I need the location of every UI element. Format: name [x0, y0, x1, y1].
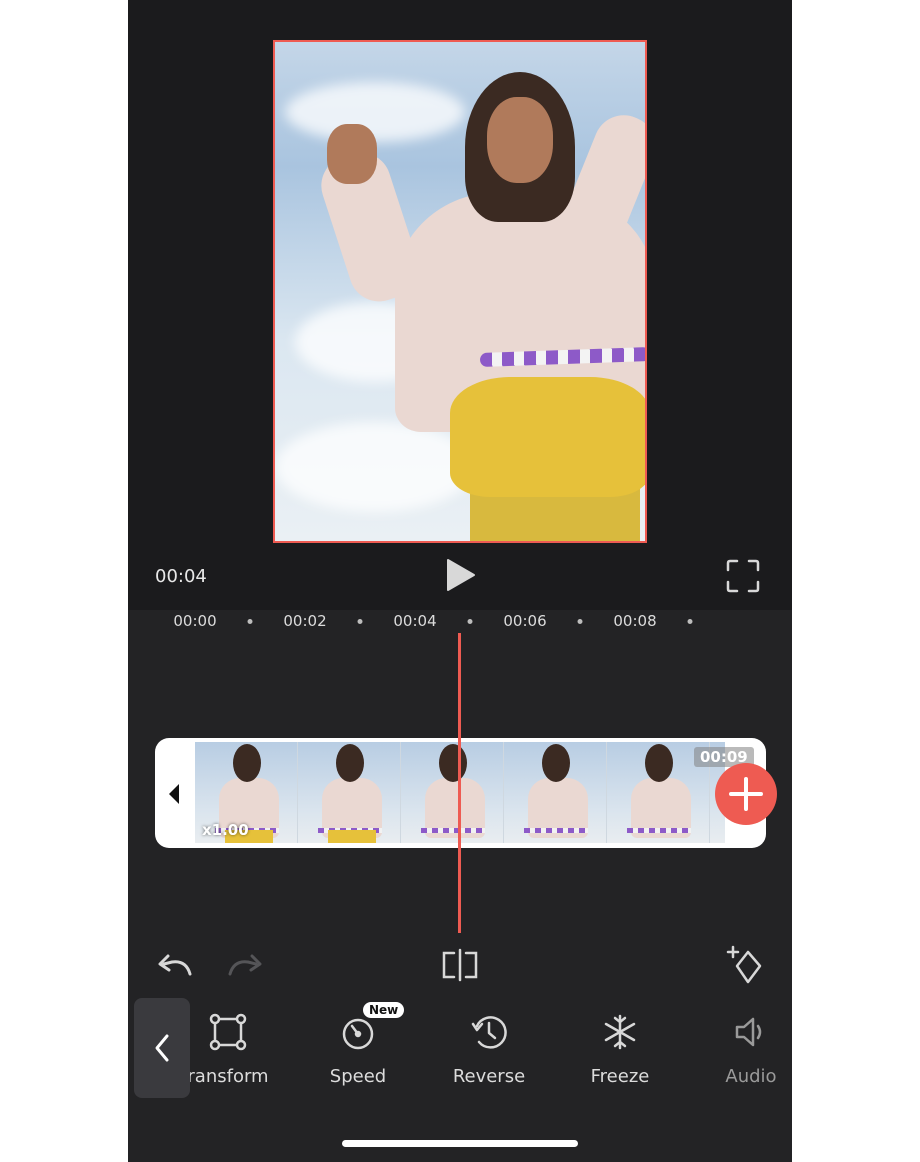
clip-thumbnail	[298, 742, 401, 843]
playhead[interactable]	[458, 633, 461, 933]
edit-toolbar: ransform New Speed Reverse Freeze Audio	[128, 998, 792, 1108]
keyframe-add-icon	[726, 945, 762, 984]
cloud	[275, 422, 475, 512]
editor-screen: 00:04 00:00 00:02 00:04 00:06 00:08 x1.0…	[128, 0, 792, 1162]
speaker-icon	[735, 1017, 762, 1047]
tool-label: Speed	[329, 1066, 387, 1087]
clip-thumbnail	[401, 742, 504, 843]
current-time: 00:04	[155, 566, 207, 587]
chevron-left-icon	[155, 1034, 169, 1062]
keyframe-button[interactable]	[724, 944, 764, 984]
ruler-tick: 00:00	[173, 612, 217, 630]
ruler-dot	[247, 619, 253, 624]
person-hand	[327, 124, 377, 184]
add-clip-button[interactable]	[715, 763, 777, 825]
ruler-dot	[357, 619, 363, 624]
undo-button[interactable]	[156, 950, 194, 980]
tool-reverse[interactable]: Reverse	[434, 1008, 544, 1098]
plus-icon	[729, 777, 763, 811]
tool-speed[interactable]: New Speed	[303, 1002, 413, 1098]
trim-arrow-icon	[169, 784, 179, 804]
fullscreen-button[interactable]	[726, 559, 760, 593]
new-badge: New	[363, 1002, 405, 1018]
ruler-tick: 00:08	[613, 612, 657, 630]
clip-speed-label: x1.00	[202, 821, 249, 839]
time-ruler: 00:00 00:02 00:04 00:06 00:08	[128, 610, 792, 634]
person-jacket	[450, 377, 645, 497]
ruler-tick: 00:02	[283, 612, 327, 630]
tool-freeze[interactable]: Freeze	[565, 1008, 675, 1098]
tool-audio[interactable]: Audio	[696, 1008, 792, 1098]
speed-icon	[342, 1018, 374, 1050]
person-face	[487, 97, 553, 183]
redo-button[interactable]	[226, 950, 264, 980]
reverse-icon	[471, 1016, 507, 1049]
tool-label: Freeze	[590, 1066, 650, 1087]
preview-area: 00:04	[128, 0, 792, 610]
ruler-tick: 00:06	[503, 612, 547, 630]
cloud	[285, 82, 465, 142]
transform-icon	[209, 1013, 247, 1051]
tool-label: Reverse	[452, 1066, 526, 1087]
ruler-dot	[577, 619, 583, 624]
tool-label: Audio	[725, 1066, 777, 1087]
ruler-tick: 00:04	[393, 612, 437, 630]
snowflake-icon	[604, 1014, 636, 1050]
video-preview[interactable]	[273, 40, 647, 543]
fullscreen-icon	[726, 559, 760, 593]
home-indicator	[342, 1140, 578, 1147]
undo-icon	[158, 954, 192, 976]
split-button[interactable]	[440, 948, 480, 982]
split-icon	[442, 948, 478, 982]
play-icon	[447, 559, 475, 591]
timeline[interactable]: 00:00 00:02 00:04 00:06 00:08 x1.00 00:0…	[128, 610, 792, 1162]
ruler-dot	[687, 619, 693, 624]
redo-icon	[228, 954, 262, 976]
clip-trim-handle[interactable]	[167, 782, 181, 806]
back-button[interactable]	[134, 998, 190, 1098]
ruler-dot	[467, 619, 473, 624]
play-button[interactable]	[444, 558, 478, 592]
clip-thumbnail	[504, 742, 607, 843]
